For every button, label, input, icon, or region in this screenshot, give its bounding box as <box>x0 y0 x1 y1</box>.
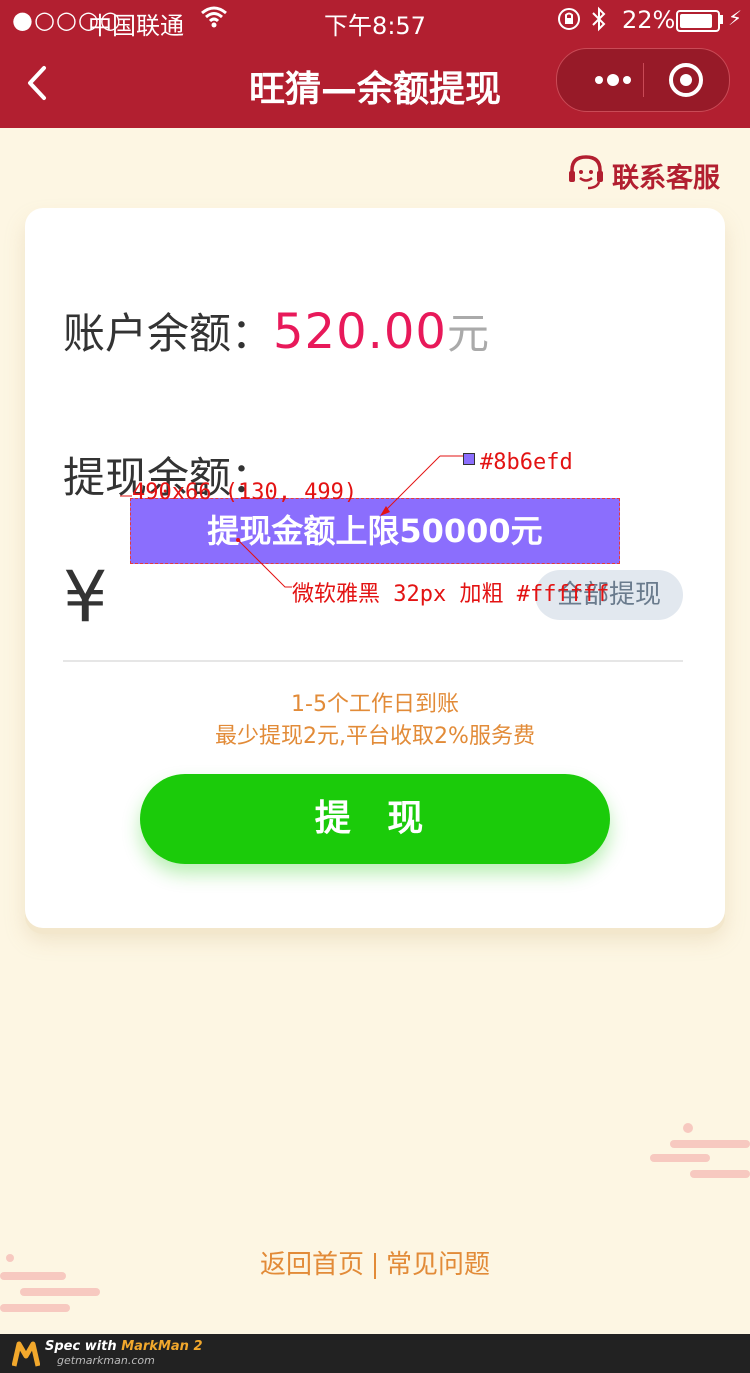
arrival-note: 1-5个工作日到账 <box>291 692 459 717</box>
fee-note: 最少提现2元,平台收取2%服务费 <box>215 724 535 749</box>
battery-icon <box>676 10 720 32</box>
mini-program-capsule <box>556 48 730 112</box>
withdraw-submit-button[interactable]: 提 现 <box>140 774 610 864</box>
withdraw-card: 账户余额：520.00元 提现余额： ¥ 全部提现 1-5个工作日到账 最少提现… <box>25 208 725 928</box>
rotation-lock-icon <box>556 6 582 38</box>
target-icon <box>669 63 703 97</box>
balance-row: 账户余额：520.00元 <box>63 300 489 360</box>
bottom-links: 返回首页 常见问题 <box>0 1244 750 1281</box>
markman-logo-icon <box>12 1341 40 1367</box>
currency-symbol: ¥ <box>63 556 108 638</box>
faq-link[interactable]: 常见问题 <box>386 1250 490 1280</box>
cloud-decoration-icon <box>650 1123 750 1178</box>
watermark-url: getmarkman.com <box>57 1354 155 1367</box>
bluetooth-icon <box>590 6 608 38</box>
markman-watermark: Spec with MarkMan 2 getmarkman.com <box>0 1334 750 1373</box>
more-button[interactable] <box>583 63 643 97</box>
charging-icon: ⚡ <box>728 6 743 30</box>
home-link[interactable]: 返回首页 <box>260 1250 364 1280</box>
color-swatch <box>463 453 475 465</box>
watermark-brand: MarkMan 2 <box>121 1339 203 1354</box>
watermark-prefix: Spec with <box>45 1339 122 1354</box>
more-dots-icon <box>595 74 631 86</box>
balance-value: 520.00 <box>273 304 447 360</box>
input-underline <box>63 660 683 662</box>
headset-icon <box>566 152 606 192</box>
battery-percent: 22% <box>622 6 676 34</box>
close-miniprogram-button[interactable] <box>667 61 705 99</box>
withdraw-amount-input[interactable] <box>130 498 620 564</box>
customer-service-label: 联系客服 <box>612 163 720 194</box>
spec-font-label: 微软雅黑 32px 加粗 #ffffff <box>292 582 610 607</box>
balance-label: 账户余额： <box>63 309 274 358</box>
nav-bar: 旺猜—余额提现 <box>0 40 750 128</box>
status-bar: ●○○○○ 中国联通 下午8:57 22% ⚡ <box>0 0 750 40</box>
spec-dimension-label: 490x66 (130, 499) <box>132 480 358 505</box>
balance-unit: 元 <box>446 309 489 358</box>
spec-color-label: #8b6efd <box>480 450 573 475</box>
